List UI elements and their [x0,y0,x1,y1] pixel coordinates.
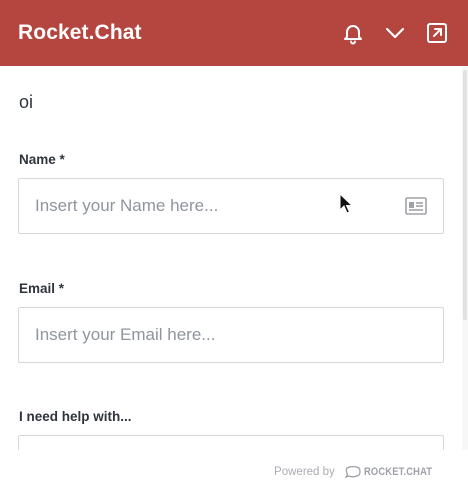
widget-footer: Powered by ROCKET.CHAT [0,450,468,494]
widget-header: Rocket.Chat [0,0,468,66]
form-content: oi Name * Email * I need help with... [0,66,468,450]
welcome-message: oi [19,92,34,112]
rocketchat-logo-icon [344,466,361,478]
rocketchat-brand[interactable]: ROCKET.CHAT [344,466,444,478]
name-input[interactable] [35,196,405,216]
powered-by-text: Powered by [274,466,335,478]
chevron-down-icon[interactable] [382,20,408,46]
contact-card-icon [405,195,427,217]
header-icons [340,20,450,46]
email-label: Email * [19,281,65,296]
help-department-select[interactable] [18,435,444,450]
scrollbar-thumb[interactable] [463,70,467,320]
livechat-widget: Rocket.Chat oi Name * Insert your Name h… [0,0,468,494]
popout-icon[interactable] [424,20,450,46]
email-input[interactable] [35,325,427,345]
header-title: Rocket.Chat [18,21,142,44]
name-label: Name * [19,152,65,167]
email-field[interactable] [18,307,444,363]
name-field[interactable] [18,178,444,234]
brand-text: ROCKET.CHAT [363,466,432,478]
help-label: I need help with... [19,409,132,424]
bell-icon[interactable] [340,20,366,46]
